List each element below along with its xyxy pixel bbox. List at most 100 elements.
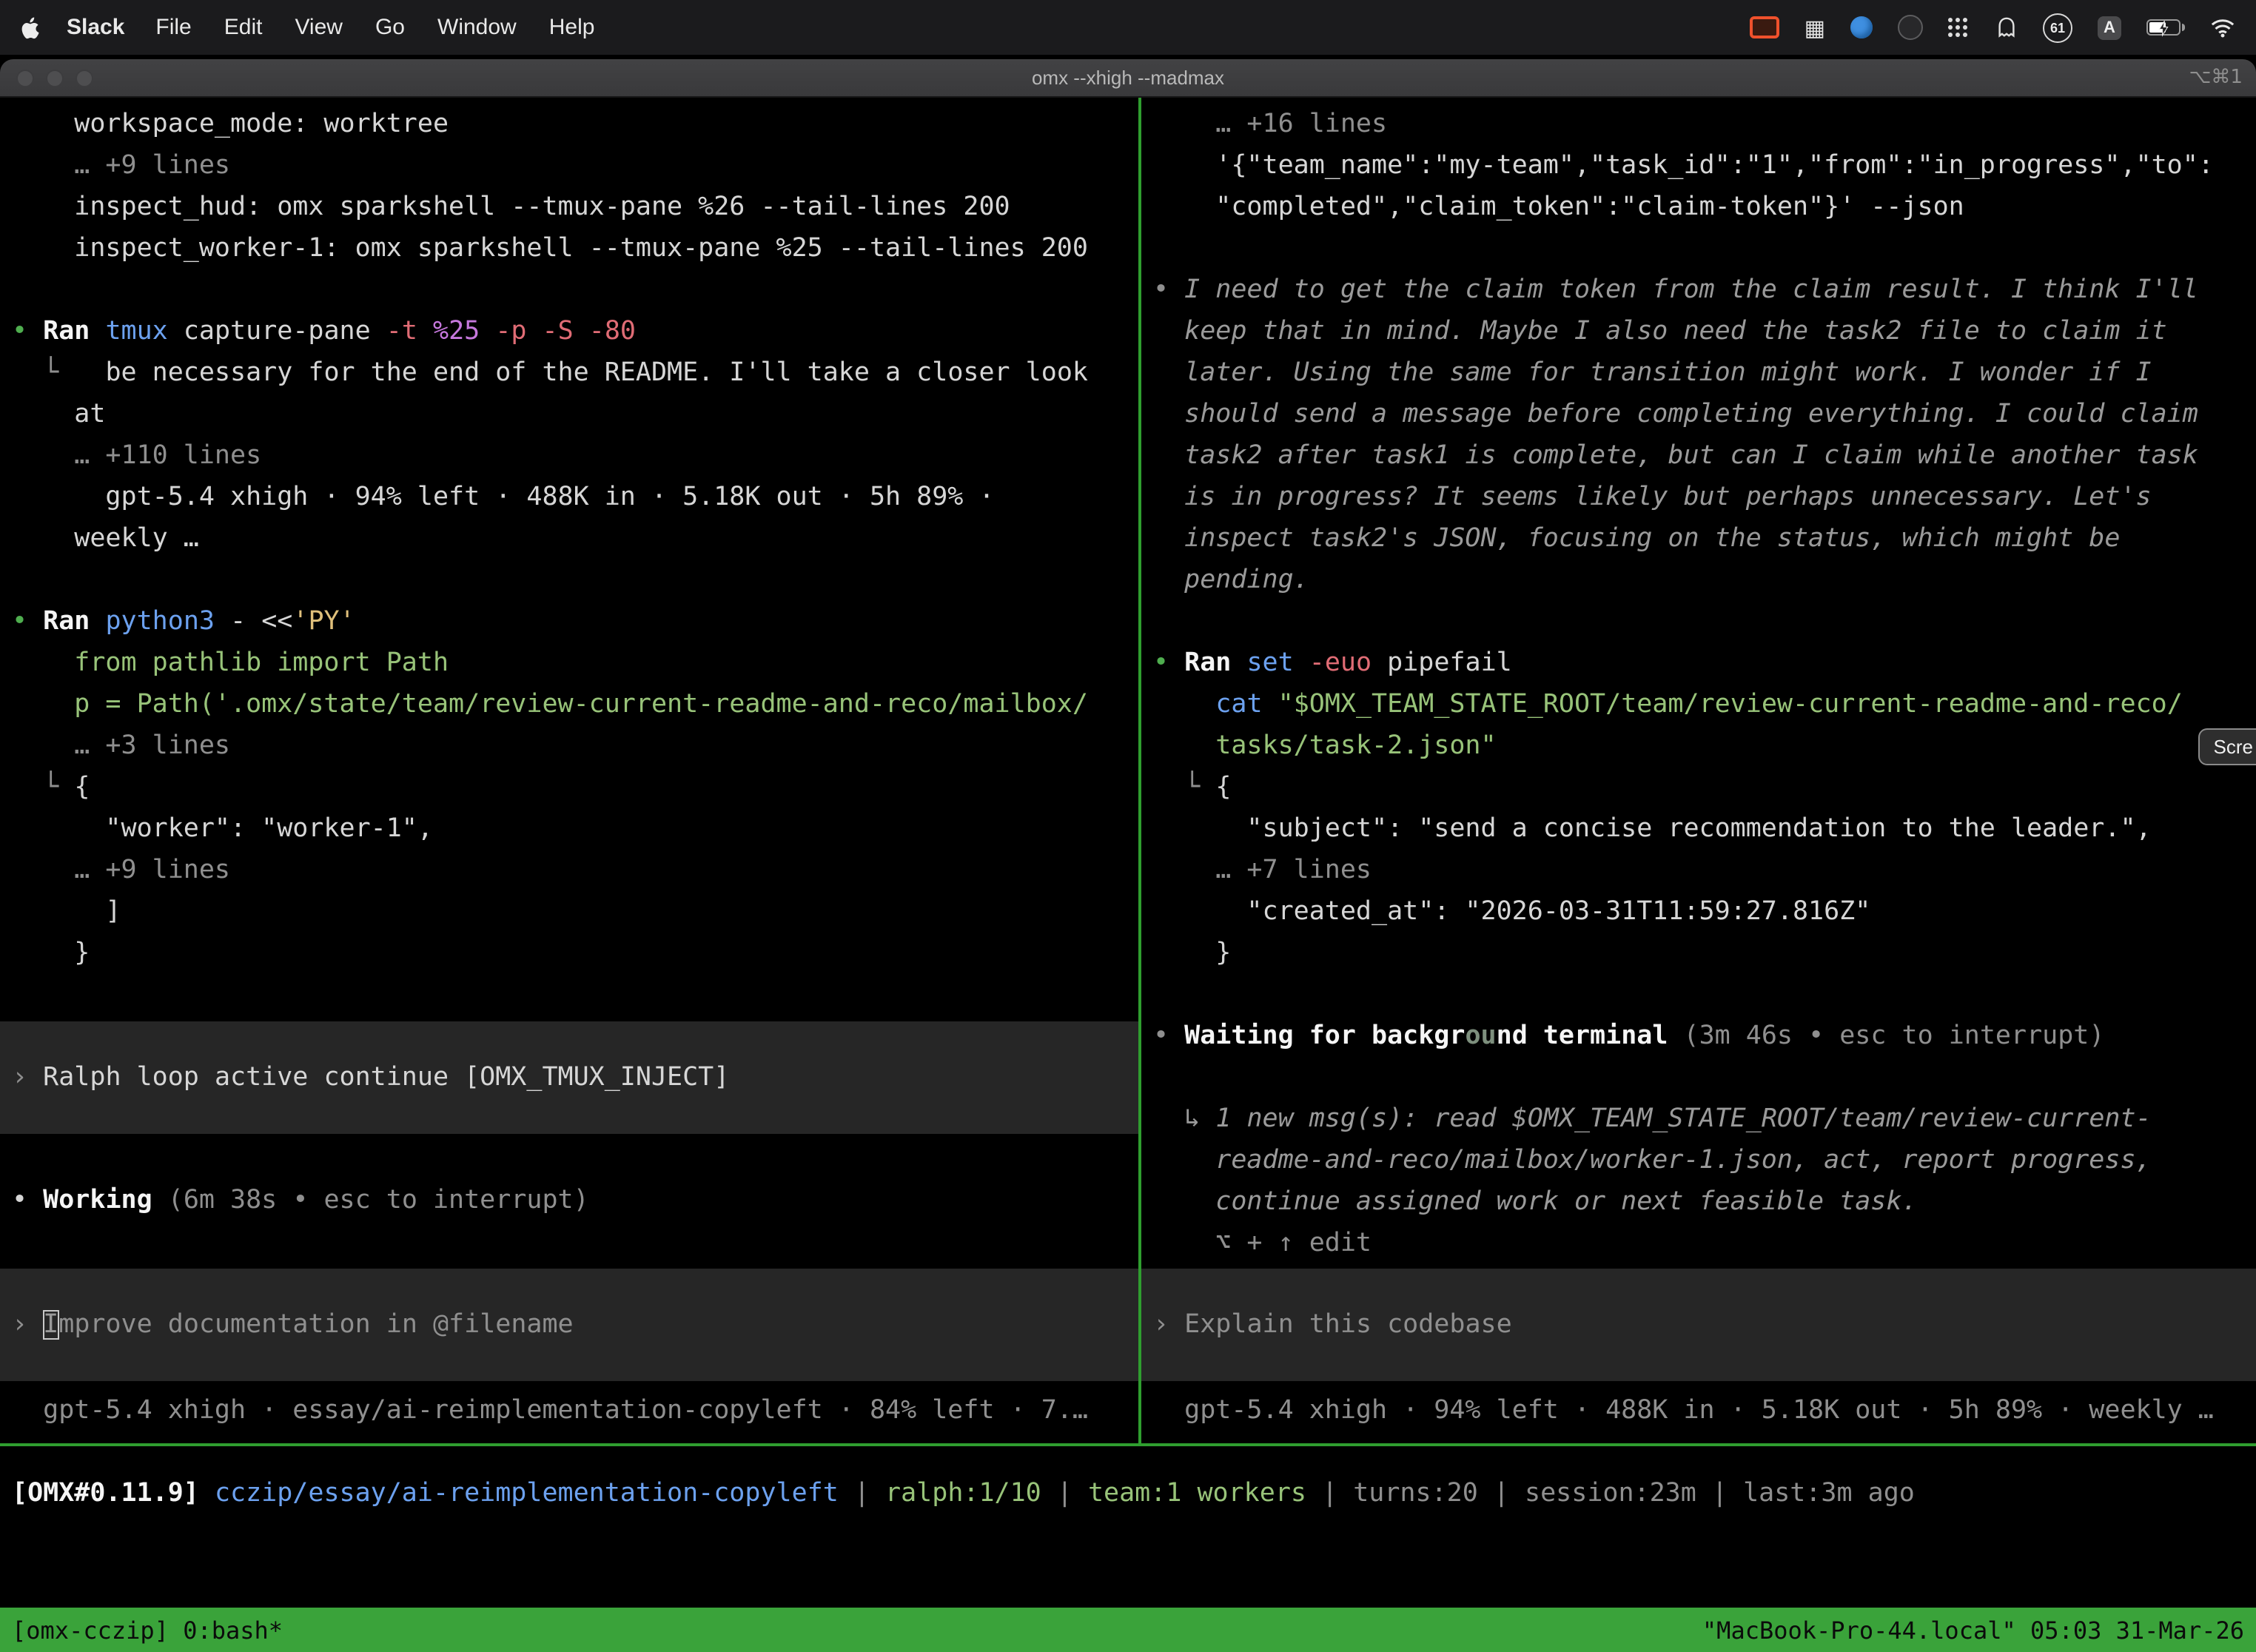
text-segment: cat bbox=[1215, 690, 1278, 719]
terminal-line: continue assigned work or next feasible … bbox=[1141, 1181, 2256, 1223]
text-segment: Ran bbox=[43, 607, 105, 637]
text-segment: └ bbox=[1153, 773, 1215, 802]
text-segment bbox=[1153, 690, 1215, 719]
text-segment: from pathlib import Path bbox=[12, 648, 449, 678]
text-segment: [OMX#0.11.9] bbox=[12, 1479, 215, 1508]
menu-items: File Edit View Go Window Help bbox=[139, 15, 611, 40]
close-button[interactable] bbox=[16, 69, 34, 87]
input-source-icon[interactable]: A bbox=[2098, 16, 2121, 39]
terminal-window: omx --xhigh --madmax ⌥⌘1 workspace_mode:… bbox=[0, 59, 2256, 1652]
working-status: • Working (6m 38s • esc to interrupt) bbox=[0, 1180, 1138, 1221]
spacer bbox=[0, 1221, 1138, 1269]
text-segment: is in progress? It seems likely but perh… bbox=[1153, 483, 2152, 512]
spacer bbox=[0, 1134, 1138, 1180]
text-segment: "$OMX_TEAM_STATE_ROOT/team/review-curren… bbox=[1278, 690, 2183, 719]
text-segment: … +16 lines bbox=[1153, 110, 1387, 139]
text-segment: Ralph loop active continue [OMX_TMUX_INJ… bbox=[43, 1063, 729, 1092]
spacer bbox=[0, 1381, 1138, 1390]
battery-charging-icon[interactable] bbox=[2146, 19, 2185, 36]
text-segment: • bbox=[1153, 648, 1184, 678]
terminal-line: … +110 lines bbox=[0, 435, 1138, 477]
text-segment: "completed","claim_token":"claim-token"}… bbox=[1153, 192, 1964, 222]
terminal-line: from pathlib import Path bbox=[0, 642, 1138, 684]
terminal-line: } bbox=[1141, 933, 2256, 974]
menu-view[interactable]: View bbox=[295, 15, 343, 40]
composer-input[interactable]: › Improve documentation in @filename bbox=[0, 1269, 1138, 1381]
text-segment: cczip/essay/ai-reimplementation-copyleft bbox=[215, 1479, 839, 1508]
spacer bbox=[1141, 1381, 2256, 1390]
right-pane[interactable]: … +16 lines '{"team_name":"my-team","tas… bbox=[1141, 98, 2256, 1443]
text-segment: I need to get the claim token from the c… bbox=[1184, 275, 2198, 305]
terminal-line: inspect_hud: omx sparkshell --tmux-pane … bbox=[0, 187, 1138, 228]
menu-edit[interactable]: Edit bbox=[224, 15, 263, 40]
terminal-line: later. Using the same for transition mig… bbox=[1141, 352, 2256, 394]
text-segment: session:23m bbox=[1525, 1479, 1696, 1508]
composer-suggestion[interactable]: › Explain this codebase bbox=[1141, 1269, 2256, 1381]
text-segment: } bbox=[12, 939, 90, 968]
text-segment: '{"team_name":"my-team","task_id":"1","f… bbox=[1153, 151, 2214, 181]
terminal-line: ↳ 1 new msg(s): read $OMX_TEAM_STATE_ROO… bbox=[1141, 1098, 2256, 1140]
terminal-line: … +7 lines bbox=[1141, 850, 2256, 891]
text-segment: { bbox=[74, 773, 90, 802]
menu-file[interactable]: File bbox=[155, 15, 191, 40]
text-segment: ↳ bbox=[1153, 1104, 1215, 1134]
terminal-line: "subject": "send a concise recommendatio… bbox=[1141, 808, 2256, 850]
text-segment: Explain this codebase bbox=[1184, 1310, 1512, 1340]
text-segment: { bbox=[1215, 773, 1231, 802]
text-segment: tmux bbox=[105, 317, 183, 346]
terminal-line: is in progress? It seems likely but perh… bbox=[1141, 477, 2256, 518]
screen-recording-icon[interactable] bbox=[1750, 16, 1779, 38]
text-segment: "subject": "send a concise recommendatio… bbox=[1153, 814, 2152, 844]
composer-input[interactable]: › Improve documentation in @filename bbox=[0, 1304, 1138, 1346]
text-segment: › bbox=[12, 1310, 43, 1340]
pane-footer: gpt-5.4 xhigh · essay/ai-reimplementatio… bbox=[0, 1390, 1138, 1431]
tmux-panes: workspace_mode: worktree … +9 lines insp… bbox=[0, 98, 2256, 1443]
menu-help[interactable]: Help bbox=[549, 15, 595, 40]
text-segment: pipefail bbox=[1387, 648, 1512, 678]
left-pane[interactable]: workspace_mode: worktree … +9 lines insp… bbox=[0, 98, 1138, 1443]
text-segment: … +9 lines bbox=[12, 151, 230, 181]
menu-window[interactable]: Window bbox=[437, 15, 517, 40]
text-segment: … +9 lines bbox=[12, 856, 230, 885]
text-segment: readme-and-reco/mailbox/worker-1.json, a… bbox=[1153, 1146, 2152, 1175]
terminal-line: gpt-5.4 xhigh · 94% left · 488K in · 5.1… bbox=[0, 477, 1138, 518]
grid-icon[interactable]: ▦ bbox=[1805, 14, 1825, 41]
pane-footer: gpt-5.4 xhigh · 94% left · 488K in · 5.1… bbox=[1141, 1390, 2256, 1431]
text-segment: at bbox=[12, 400, 105, 429]
window-shortcut-hint: ⌥⌘1 bbox=[2189, 67, 2243, 89]
text-segment: inspect_hud: omx sparkshell --tmux-pane … bbox=[12, 192, 1010, 222]
wifi-icon[interactable] bbox=[2210, 17, 2235, 38]
composer-suggestion[interactable]: › Explain this codebase bbox=[1141, 1304, 2256, 1346]
window-title: omx --xhigh --madmax bbox=[0, 67, 2256, 89]
app-menu-slack[interactable]: Slack bbox=[67, 15, 124, 40]
app-icon-blue[interactable] bbox=[1850, 16, 1873, 38]
waiting-status: • Waiting for background terminal (3m 46… bbox=[1141, 1015, 2256, 1057]
menu-go[interactable]: Go bbox=[375, 15, 405, 40]
minimize-button[interactable] bbox=[46, 69, 64, 87]
text-segment: gpt-5.4 xhigh · 94% left · 488K in · 5.1… bbox=[12, 483, 995, 512]
terminal-line: … +16 lines bbox=[1141, 104, 2256, 145]
text-segment: | bbox=[1478, 1479, 1525, 1508]
text-segment: • bbox=[1153, 1021, 1184, 1051]
text-segment: ] bbox=[12, 897, 121, 927]
text-segment: • bbox=[12, 1186, 43, 1215]
text-segment: … +7 lines bbox=[1153, 856, 1372, 885]
app-icon-dark[interactable] bbox=[1898, 15, 1923, 40]
terminal-line: tasks/task-2.json" bbox=[1141, 725, 2256, 767]
tmux-host-clock: "MacBook-Pro-44.local" 05:03 31-Mar-26 bbox=[1702, 1616, 2244, 1644]
text-segment: -S bbox=[543, 317, 589, 346]
text-segment: inspect task2's JSON, focusing on the st… bbox=[1153, 524, 2120, 554]
terminal-line: at bbox=[0, 394, 1138, 435]
dots-grid-icon[interactable] bbox=[1948, 18, 1970, 37]
clipped-tooltip: Scre bbox=[2199, 728, 2256, 765]
terminal-line: workspace_mode: worktree bbox=[0, 104, 1138, 145]
terminal-line bbox=[1141, 228, 2256, 269]
text-segment: -t bbox=[386, 317, 433, 346]
zoom-button[interactable] bbox=[75, 69, 93, 87]
text-segment: turns:20 bbox=[1353, 1479, 1478, 1508]
ghost-icon[interactable] bbox=[1995, 16, 2018, 38]
text-segment: workspace_mode: worktree bbox=[12, 110, 449, 139]
battery-percent-badge[interactable]: 61 bbox=[2043, 13, 2072, 42]
apple-menu-icon[interactable] bbox=[21, 16, 40, 39]
text-segment: pending. bbox=[1153, 565, 1309, 595]
